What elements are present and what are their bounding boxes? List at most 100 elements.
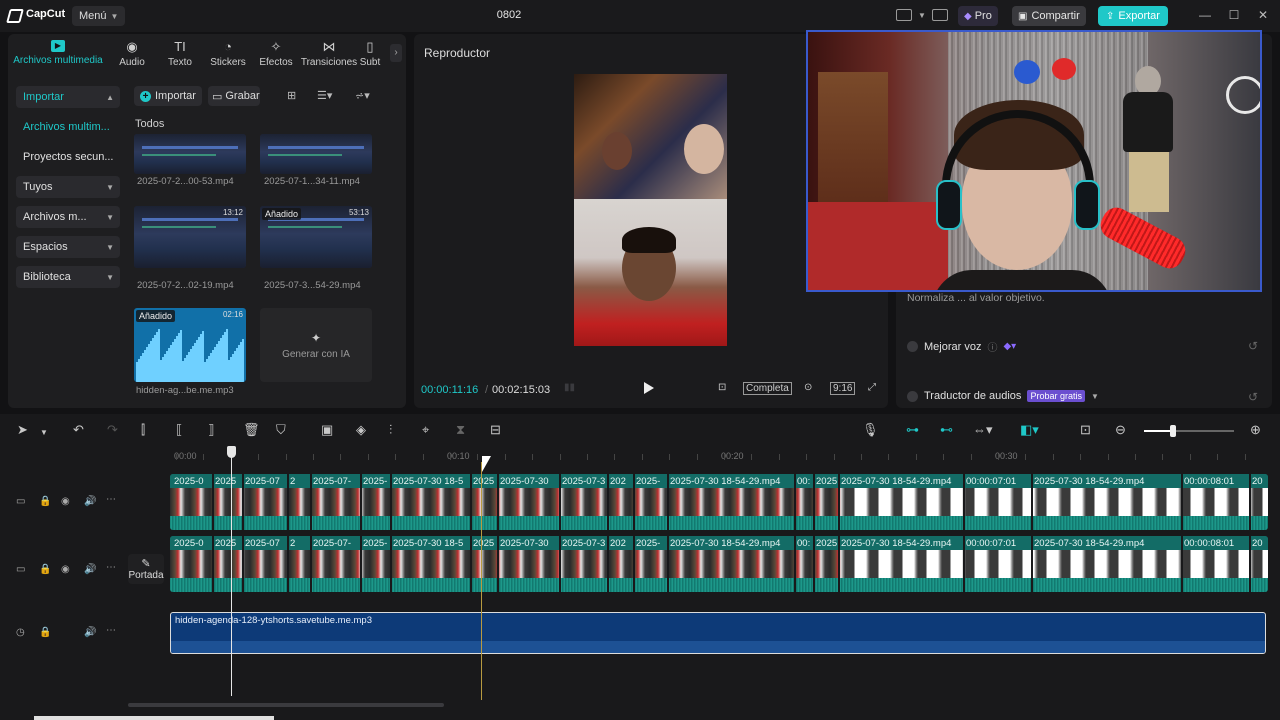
tab-media[interactable]: ▶ Archivos multimedia (8, 34, 108, 74)
lock-icon[interactable]: 🔒 (39, 496, 51, 507)
timeline-markers-icon[interactable]: ▮▮ (564, 382, 575, 393)
sidebar-item-yours[interactable]: Tuyos ▼ (16, 176, 120, 198)
sidebar-item-spaces[interactable]: Espacios ▼ (16, 236, 120, 258)
snap-icon[interactable]: ◧▾ (1020, 423, 1039, 437)
close-icon[interactable]: ✕ (1256, 8, 1270, 22)
preview-axis-icon[interactable]: ⇔▾ (973, 423, 993, 437)
chevron-down-icon[interactable]: ▼ (40, 426, 48, 440)
info-icon[interactable]: ⓘ (987, 339, 997, 354)
export-button[interactable]: ⇪ Exportar (1098, 6, 1168, 26)
volume-icon[interactable]: 🔊 (84, 564, 96, 575)
eye-icon[interactable]: ◉ (61, 564, 70, 575)
crop-icon[interactable]: ⊡ (718, 382, 726, 393)
lock-icon[interactable]: 🔒 (39, 564, 51, 575)
adjust-icon[interactable]: ⫶ (389, 423, 392, 437)
layout-icon[interactable] (896, 9, 912, 21)
tab-text[interactable]: TI Texto (156, 34, 204, 74)
media-thumbnail[interactable] (134, 134, 246, 174)
mask-icon[interactable]: ◈ (356, 423, 366, 437)
split-icon[interactable]: ⫿ (141, 423, 145, 437)
cover-button[interactable]: ✎ Portada (128, 554, 164, 584)
reset-icon[interactable]: ↺ (1248, 390, 1258, 404)
caption-icon[interactable]: ⊟ (490, 423, 501, 437)
more-icon[interactable]: ⋯ (106, 494, 116, 505)
share-button[interactable]: ▣ Compartir (1012, 6, 1086, 26)
zoom-in-icon[interactable]: ⊕ (1250, 423, 1261, 437)
audio-translator-checkbox[interactable] (907, 390, 918, 402)
zoom-out-icon[interactable]: ⊖ (1115, 423, 1126, 437)
chevron-down-icon[interactable]: ▼ (1091, 392, 1099, 401)
sidebar-item-secondary-projects[interactable]: Proyectos secun... (16, 146, 120, 168)
filter-icon[interactable]: ⩫▾ (355, 89, 370, 102)
media-thumbnail[interactable]: 13:12 (134, 206, 246, 268)
more-icon[interactable]: ⋯ (106, 562, 116, 573)
video-track-1[interactable]: 2025-0 2025 2025-07 2 2025-07- 2025- 2025-07-3… (170, 474, 1268, 530)
reset-icon[interactable]: ↺ (1248, 339, 1258, 353)
more-icon[interactable]: ⋯ (106, 625, 116, 636)
sidebar-item-label: Archivos multim... (23, 121, 110, 133)
video-preview[interactable] (574, 74, 727, 346)
eye-icon[interactable]: ◉ (61, 496, 70, 507)
tab-effects[interactable]: ✧ Efectos (252, 34, 300, 74)
volume-icon[interactable]: 🔊 (84, 627, 96, 638)
minimize-icon[interactable]: — (1198, 8, 1212, 22)
ruler-tick (286, 454, 287, 460)
tab-subtitles[interactable]: ▯ Subt (358, 34, 382, 74)
split-left-icon[interactable]: ⟦ (176, 423, 182, 437)
clip-label: 2025-07-30 18-5 (393, 538, 464, 549)
audio-clip[interactable]: hidden-agenda-128-ytshorts.savetube.me.m… (170, 612, 1266, 654)
delete-icon[interactable]: 🗑 (243, 423, 260, 437)
sidebar-item-media-library[interactable]: Archivos m... ▼ (16, 206, 120, 228)
maximize-icon[interactable]: ☐ (1227, 8, 1241, 22)
record-button[interactable]: ▭ Grabar (207, 86, 260, 106)
shortcuts-icon[interactable] (932, 9, 948, 21)
tab-audio[interactable]: ◉ Audio (108, 34, 156, 74)
tab-transitions[interactable]: ⋈ Transiciones (300, 34, 358, 74)
clip-label: 2025 (215, 538, 237, 549)
add-media-icon[interactable]: ▣ (321, 423, 333, 437)
zoom-fit-icon[interactable]: ⊙ (804, 382, 812, 393)
pro-button[interactable]: ◆ Pro (958, 6, 998, 26)
media-thumbnail[interactable]: Añadido 53:13 (260, 206, 372, 268)
split-right-icon[interactable]: ⟧ (208, 423, 214, 437)
freeze-icon[interactable]: ⧗ (456, 423, 465, 437)
subtitle-track-icon[interactable]: ⊡ (1080, 423, 1091, 437)
chevron-down-icon[interactable]: ▼ (918, 11, 926, 20)
sidebar-item-import[interactable]: Importar ▲ (16, 86, 120, 108)
microphone-icon[interactable]: 🎙 (862, 423, 879, 437)
generate-ai-button[interactable]: ✦ Generar con IA (260, 308, 372, 382)
grid-view-icon[interactable]: ⊞ (287, 89, 296, 102)
audio-translator-row[interactable]: Traductor de audios Probar gratis ▼ (907, 390, 1099, 402)
play-icon[interactable] (644, 382, 654, 394)
timeline-scrollbar[interactable] (128, 703, 444, 707)
playhead-handle[interactable] (227, 446, 236, 458)
enhance-voice-checkbox[interactable] (907, 341, 918, 352)
link-icon[interactable]: ⊷ (940, 423, 953, 437)
volume-icon[interactable]: 🔊 (84, 496, 96, 507)
audio-thumbnail[interactable]: Añadido 02:16 (134, 308, 246, 382)
sidebar-item-library[interactable]: Biblioteca ▼ (16, 266, 120, 288)
select-cursor-icon[interactable]: ➤ (17, 423, 28, 437)
undo-icon[interactable]: ↶ (73, 423, 84, 437)
media-thumbnail[interactable] (260, 134, 372, 174)
shield-icon[interactable]: ⛉ (276, 423, 286, 437)
clip-label: 2025-07-30 18-5 (393, 476, 464, 487)
ratio-button[interactable]: Completa (743, 382, 792, 395)
fullscreen-icon[interactable]: ⤢ (868, 382, 876, 393)
zoom-slider[interactable] (1144, 430, 1234, 432)
project-title: 0802 (496, 9, 522, 21)
playhead[interactable] (231, 448, 232, 696)
zoom-slider-handle[interactable] (1170, 425, 1176, 437)
magnet-icon[interactable]: ⊶ (906, 423, 919, 437)
tabs-next-icon[interactable]: › (390, 44, 402, 62)
redo-icon[interactable]: ↷ (107, 423, 118, 437)
sort-icon[interactable]: ☰▾ (317, 89, 332, 102)
video-track-2[interactable]: 2025-0 2025 2025-07 2 2025-07- 2025- 2025-07-3… (170, 536, 1268, 592)
aspect-button[interactable]: 9:16 (830, 382, 856, 395)
tab-stickers[interactable]: ◔ Stickers (204, 34, 252, 74)
enhance-voice-row[interactable]: Mejorar voz ⓘ ◆▾ (907, 339, 1016, 354)
sidebar-item-media-files[interactable]: Archivos multim... (16, 116, 120, 138)
magic-icon[interactable]: ⌖ (422, 423, 429, 437)
lock-icon[interactable]: 🔒 (39, 627, 51, 638)
import-button[interactable]: + Importar (134, 86, 202, 106)
